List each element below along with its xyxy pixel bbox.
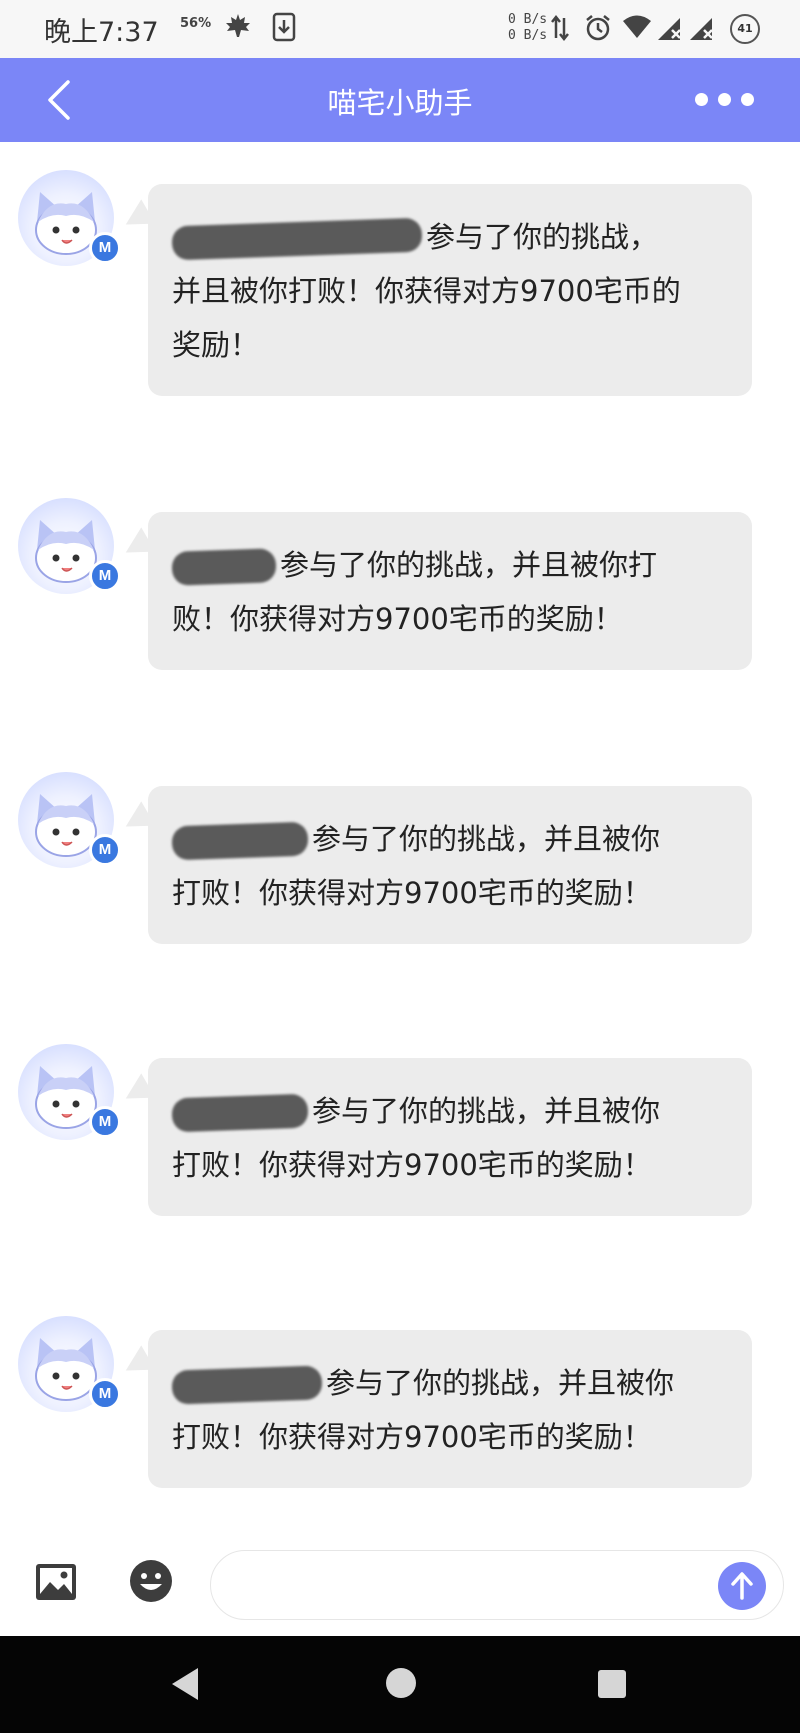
maple-leaf-icon (226, 14, 250, 37)
verified-badge: M (89, 232, 121, 264)
redacted-username (171, 821, 309, 861)
message-text: 败！你获得对方9700宅币的奖励！ (172, 602, 623, 636)
triangle-back-icon[interactable] (168, 1666, 202, 1702)
square-recent-icon[interactable] (598, 1670, 626, 1698)
net-up: 0 B/s (508, 12, 548, 27)
app-header: 喵宅小助手 (0, 58, 800, 142)
download-icon (272, 12, 296, 42)
image-icon (36, 1564, 76, 1600)
network-speed: 0 B/s 0 B/s (508, 12, 547, 44)
verified-badge: M (89, 1106, 121, 1138)
message-text: 参与了你的挑战，并且被你 (312, 1094, 661, 1128)
message-bubble[interactable]: 参与了你的挑战，并且被你 打败！你获得对方9700宅币的奖励！ (148, 786, 752, 944)
redacted-username (171, 548, 277, 586)
screen: 晚上7:37 56% 0 B/s 0 B/s 41 喵宅小助手 M 参与了你的挑… (0, 0, 800, 1733)
alarm-icon (586, 15, 610, 41)
message-text: 参与了你的挑战，并且被你打 (280, 548, 658, 582)
send-button[interactable] (718, 1562, 766, 1610)
battery-saver-percent: 56% (180, 16, 212, 31)
message-text: 参与了你的挑战，并且被你 (326, 1366, 675, 1400)
redacted-username (171, 217, 423, 261)
message-text: 打败！你获得对方9700宅币的奖励！ (172, 876, 652, 910)
signal-icon-2 (690, 18, 713, 40)
more-dot-icon (718, 93, 731, 106)
emoji-icon (130, 1560, 172, 1602)
message-text: 奖励！ (172, 328, 260, 362)
message-text: 打败！你获得对方9700宅币的奖励！ (172, 1420, 652, 1454)
signal-icon (658, 18, 681, 40)
message-text: 并且被你打败！你获得对方9700宅币的 (172, 274, 681, 308)
arrow-up-icon (731, 1572, 753, 1600)
message-bubble[interactable]: 参与了你的挑战，并且被你 打败！你获得对方9700宅币的奖励！ (148, 1330, 752, 1488)
page-title: 喵宅小助手 (327, 86, 473, 120)
message-text: 参与了你的挑战， (426, 220, 659, 254)
message-bubble[interactable]: 参与了你的挑战，并且被你 打败！你获得对方9700宅币的奖励！ (148, 1058, 752, 1216)
data-arrows-icon (551, 14, 569, 42)
redacted-username (171, 1365, 323, 1405)
system-nav-bar (0, 1636, 800, 1733)
message-text: 参与了你的挑战，并且被你 (312, 822, 661, 856)
message-input[interactable] (210, 1550, 784, 1620)
net-down: 0 B/s (508, 28, 548, 43)
status-time: 晚上7:37 (44, 17, 159, 48)
message-bubble[interactable]: 参与了你的挑战， 并且被你打败！你获得对方9700宅币的 奖励！ (148, 184, 752, 396)
more-dot-icon (741, 93, 754, 106)
more-options-button[interactable] (690, 86, 780, 114)
verified-badge: M (89, 1378, 121, 1410)
message-bubble[interactable]: 参与了你的挑战，并且被你打 败！你获得对方9700宅币的奖励！ (148, 512, 752, 670)
battery-icon: 41 (730, 14, 760, 44)
emoji-button[interactable] (128, 1558, 174, 1604)
input-bar (0, 1532, 800, 1636)
verified-badge: M (89, 560, 121, 592)
verified-badge: M (89, 834, 121, 866)
wifi-icon (623, 15, 651, 38)
more-dot-icon (695, 93, 708, 106)
circle-home-icon[interactable] (386, 1668, 416, 1698)
message-text: 打败！你获得对方9700宅币的奖励！ (172, 1148, 652, 1182)
redacted-username (171, 1093, 309, 1133)
status-bar: 晚上7:37 56% 0 B/s 0 B/s 41 (0, 0, 800, 58)
image-button[interactable] (34, 1562, 78, 1602)
